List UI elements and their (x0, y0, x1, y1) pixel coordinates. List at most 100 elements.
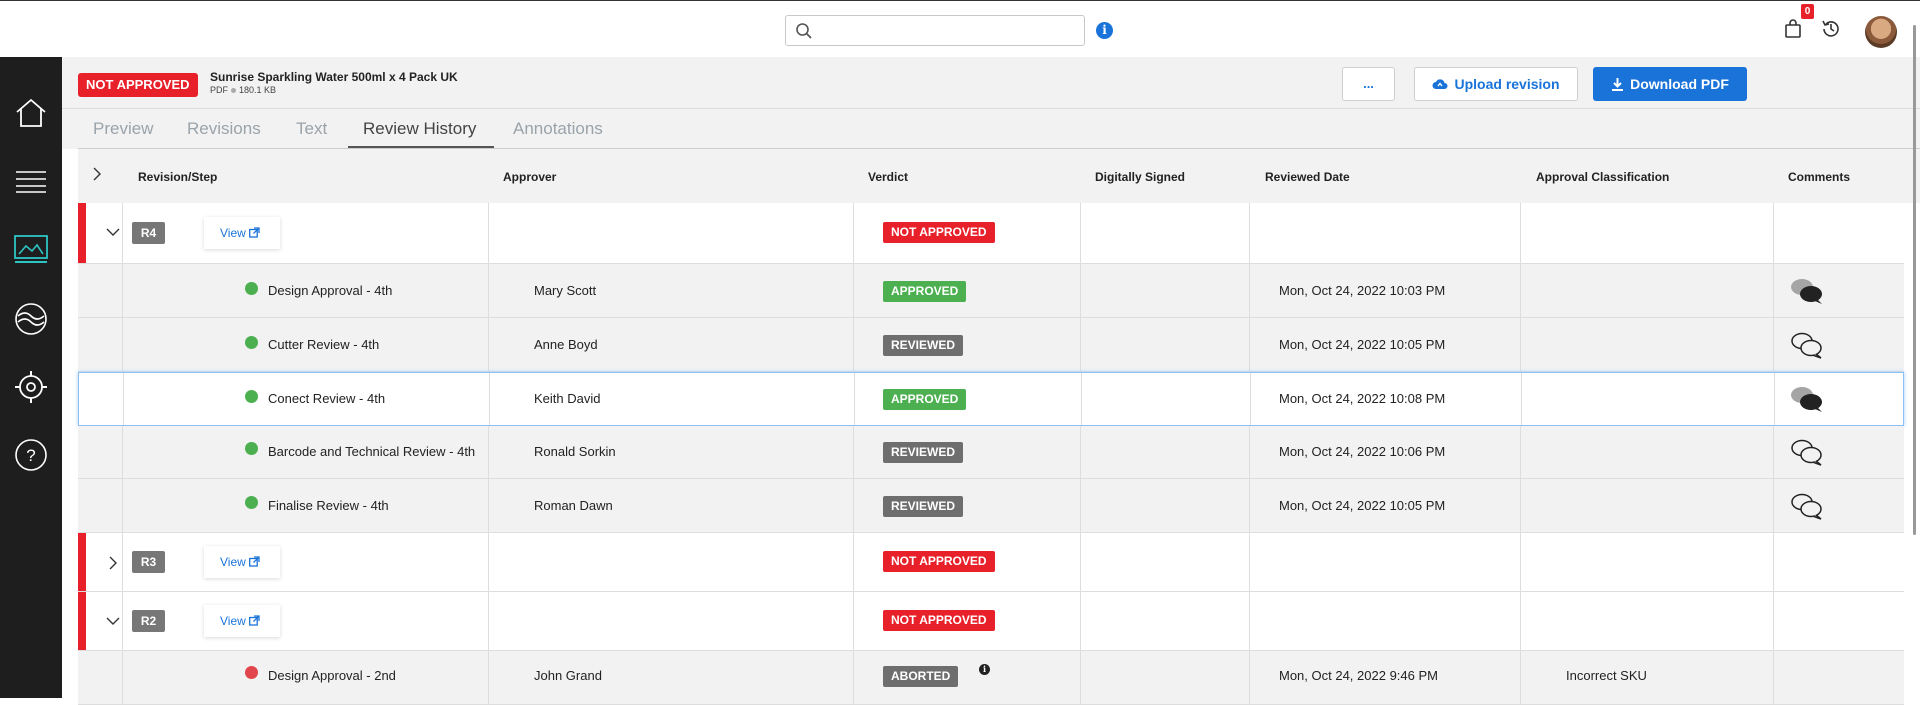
collapse-chevron-icon[interactable] (106, 227, 120, 237)
info-icon[interactable]: i (1096, 22, 1113, 39)
verdict-badge: NOT APPROVED (883, 222, 995, 243)
status-dot (245, 442, 258, 455)
column-header-step: Revision/Step (138, 170, 218, 184)
sidebar-item-help[interactable]: ? (0, 427, 62, 483)
upload-revision-label: Upload revision (1454, 76, 1560, 92)
view-revision-link[interactable]: View (204, 546, 280, 578)
column-header-approver: Approver (503, 170, 557, 184)
comments-filled-icon[interactable] (1790, 277, 1824, 305)
step-row[interactable]: Design Approval - 2nd John Grand ABORTED… (78, 651, 1904, 705)
tab-review-history[interactable]: Review History (363, 119, 476, 139)
step-name: Design Approval - 4th (268, 283, 393, 298)
more-actions-button[interactable]: ... (1342, 67, 1395, 101)
column-header-comments: Comments (1788, 170, 1851, 184)
column-header-date: Reviewed Date (1265, 170, 1350, 184)
expand-chevron-icon[interactable] (108, 556, 118, 570)
verdict-badge: NOT APPROVED (883, 551, 995, 572)
approver-name: John Grand (534, 668, 602, 683)
expand-all-chevron-icon[interactable] (92, 167, 102, 181)
document-status-badge: NOT APPROVED (78, 73, 198, 97)
artwork-icon (14, 235, 48, 263)
status-dot (245, 390, 258, 403)
document-meta: PDF 180.1 KB (210, 85, 276, 95)
tab-preview[interactable]: Preview (93, 119, 153, 139)
download-pdf-button[interactable]: Download PDF (1593, 67, 1747, 101)
sidebar-item-home[interactable] (0, 85, 62, 141)
revision-row-r2[interactable]: R2 View NOT APPROVED (78, 592, 1904, 651)
revision-row-r3[interactable]: R3 View NOT APPROVED (78, 533, 1904, 592)
approver-name: Mary Scott (534, 283, 597, 298)
reviewed-date: Mon, Oct 24, 2022 10:05 PM (1279, 498, 1446, 513)
cloud-upload-icon (1432, 79, 1448, 89)
main-content: NOT APPROVED Sunrise Sparkling Water 500… (62, 57, 1920, 705)
tab-annotations[interactable]: Annotations (513, 119, 603, 139)
step-row[interactable]: Cutter Review - 4th Anne Boyd REVIEWED M… (78, 318, 1904, 372)
cart-count-badge: 0 (1801, 4, 1814, 19)
reviewed-date: Mon, Oct 24, 2022 10:06 PM (1279, 444, 1446, 459)
approver-name: Ronald Sorkin (534, 444, 616, 459)
reviewed-date: Mon, Oct 24, 2022 10:03 PM (1279, 283, 1446, 298)
external-link-icon (249, 615, 260, 626)
document-title: Sunrise Sparkling Water 500ml x 4 Pack U… (210, 70, 458, 84)
user-avatar[interactable] (1865, 16, 1897, 48)
verdict-badge: NOT APPROVED (883, 610, 995, 631)
external-link-icon (249, 227, 260, 238)
collapse-chevron-icon[interactable] (106, 616, 120, 626)
verdict-badge: APPROVED (883, 389, 967, 410)
approver-name: Keith David (534, 391, 601, 406)
help-icon: ? (15, 439, 47, 471)
status-dot (245, 666, 258, 679)
sidebar-item-settings[interactable] (0, 359, 62, 415)
page-scrollbar[interactable] (1913, 25, 1916, 535)
shopping-bag-icon[interactable] (1784, 19, 1802, 39)
history-icon[interactable] (1820, 18, 1842, 40)
tab-revisions[interactable]: Revisions (187, 119, 261, 139)
comments-outline-icon[interactable] (1790, 331, 1824, 359)
search-input[interactable] (785, 15, 1085, 46)
reviewed-date: Mon, Oct 24, 2022 10:05 PM (1279, 337, 1446, 352)
approver-name: Roman Dawn (534, 498, 613, 513)
download-pdf-label: Download PDF (1630, 76, 1729, 92)
verdict-badge: REVIEWED (883, 335, 964, 356)
upload-revision-button[interactable]: Upload revision (1414, 67, 1578, 101)
download-icon (1612, 77, 1624, 91)
approval-classification: Incorrect SKU (1566, 668, 1647, 683)
step-row[interactable]: Finalise Review - 4th Roman Dawn REVIEWE… (78, 479, 1904, 533)
revision-row-r4[interactable]: R4 View NOT APPROVED (78, 203, 1904, 264)
tab-bar (62, 109, 1920, 149)
abort-info-icon[interactable]: i (979, 664, 990, 675)
verdict-badge: APPROVED (883, 281, 967, 302)
sidebar: ? (0, 57, 62, 698)
sidebar-item-artwork[interactable] (0, 221, 62, 277)
step-name: Conect Review - 4th (268, 391, 386, 406)
step-row[interactable]: Barcode and Technical Review - 4th Ronal… (78, 426, 1904, 479)
external-link-icon (249, 556, 260, 567)
view-revision-link[interactable]: View (204, 217, 280, 249)
comments-filled-icon[interactable] (1790, 385, 1824, 413)
step-row[interactable]: Design Approval - 4th Mary Scott APPROVE… (78, 264, 1904, 318)
column-header-signed: Digitally Signed (1095, 170, 1186, 184)
verdict-badge: ABORTED (883, 666, 959, 687)
step-row-selected[interactable]: Conect Review - 4th Keith David APPROVED… (78, 372, 1904, 426)
sidebar-item-layers[interactable] (0, 291, 62, 347)
comments-outline-icon[interactable] (1790, 492, 1824, 520)
reviewed-date: Mon, Oct 24, 2022 10:08 PM (1279, 391, 1446, 406)
file-size: 180.1 KB (239, 85, 277, 95)
step-name: Finalise Review - 4th (268, 498, 389, 513)
svg-text:?: ? (26, 446, 35, 465)
layers-icon (15, 303, 47, 335)
view-revision-link[interactable]: View (204, 605, 280, 637)
active-tab-indicator (348, 146, 494, 148)
comments-outline-icon[interactable] (1790, 438, 1824, 466)
document-header: NOT APPROVED Sunrise Sparkling Water 500… (62, 57, 1920, 109)
approver-name: Anne Boyd (534, 337, 598, 352)
gear-icon (15, 371, 47, 403)
step-name: Barcode and Technical Review - 4th (268, 444, 476, 459)
revision-badge: R3 (132, 551, 165, 573)
revision-badge: R4 (132, 222, 165, 244)
status-dot (245, 496, 258, 509)
verdict-badge: REVIEWED (883, 442, 964, 463)
tab-text[interactable]: Text (296, 119, 327, 139)
sidebar-item-list[interactable] (0, 153, 62, 209)
file-type: PDF (210, 85, 228, 95)
